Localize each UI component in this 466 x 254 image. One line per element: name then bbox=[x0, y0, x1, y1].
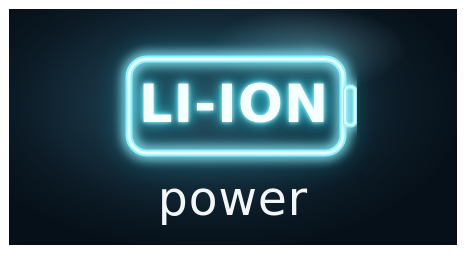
logo-main-text: LI-ION bbox=[138, 74, 330, 135]
logo-sub-text: power bbox=[157, 172, 309, 227]
logo-scene: LI-ION power bbox=[9, 9, 457, 245]
